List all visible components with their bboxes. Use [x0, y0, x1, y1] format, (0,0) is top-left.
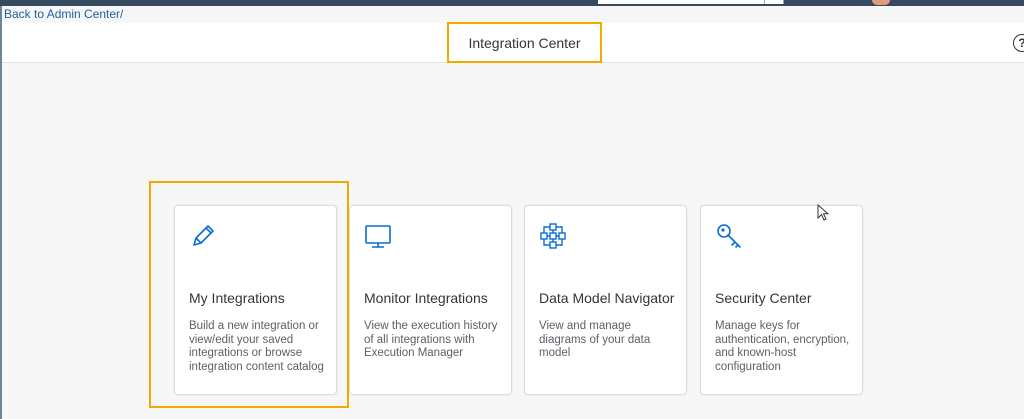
tile-data-model-navigator[interactable]: Data Model Navigator View and manage dia…	[524, 205, 687, 395]
pencil-icon	[193, 225, 214, 246]
tile-title: Security Center	[715, 290, 812, 306]
tile-description: View the execution history of all integr…	[364, 320, 498, 359]
tile-title: My Integrations	[189, 290, 285, 306]
tile-monitor-integrations[interactable]: Monitor Integrations View the execution …	[349, 205, 512, 395]
page-title: Integration Center	[468, 34, 581, 51]
page-title-highlight: Integration Center	[447, 22, 602, 63]
key-icon	[717, 224, 741, 248]
tile-title: Data Model Navigator	[539, 290, 675, 306]
help-icon[interactable]: ?	[1013, 34, 1024, 52]
network-icon	[540, 223, 566, 249]
tile-title: Monitor Integrations	[364, 290, 488, 306]
window-edge	[0, 6, 2, 419]
tile-my-integrations[interactable]: My Integrations Build a new integration …	[174, 205, 337, 395]
shell-search-field[interactable]	[598, 0, 784, 4]
tile-security-center[interactable]: Security Center Manage keys for authenti…	[700, 205, 863, 395]
monitor-icon	[365, 225, 391, 248]
tile-description: Manage keys for authentication, encrypti…	[715, 320, 850, 373]
tile-description: View and manage diagrams of your data mo…	[539, 320, 651, 359]
shell-bar	[0, 0, 1024, 6]
tile-description: Build a new integration or view/edit you…	[189, 320, 324, 373]
avatar[interactable]	[872, 0, 890, 5]
mouse-cursor-icon	[817, 204, 830, 221]
back-to-admin-center-link[interactable]: Back to Admin Center/	[4, 7, 123, 21]
